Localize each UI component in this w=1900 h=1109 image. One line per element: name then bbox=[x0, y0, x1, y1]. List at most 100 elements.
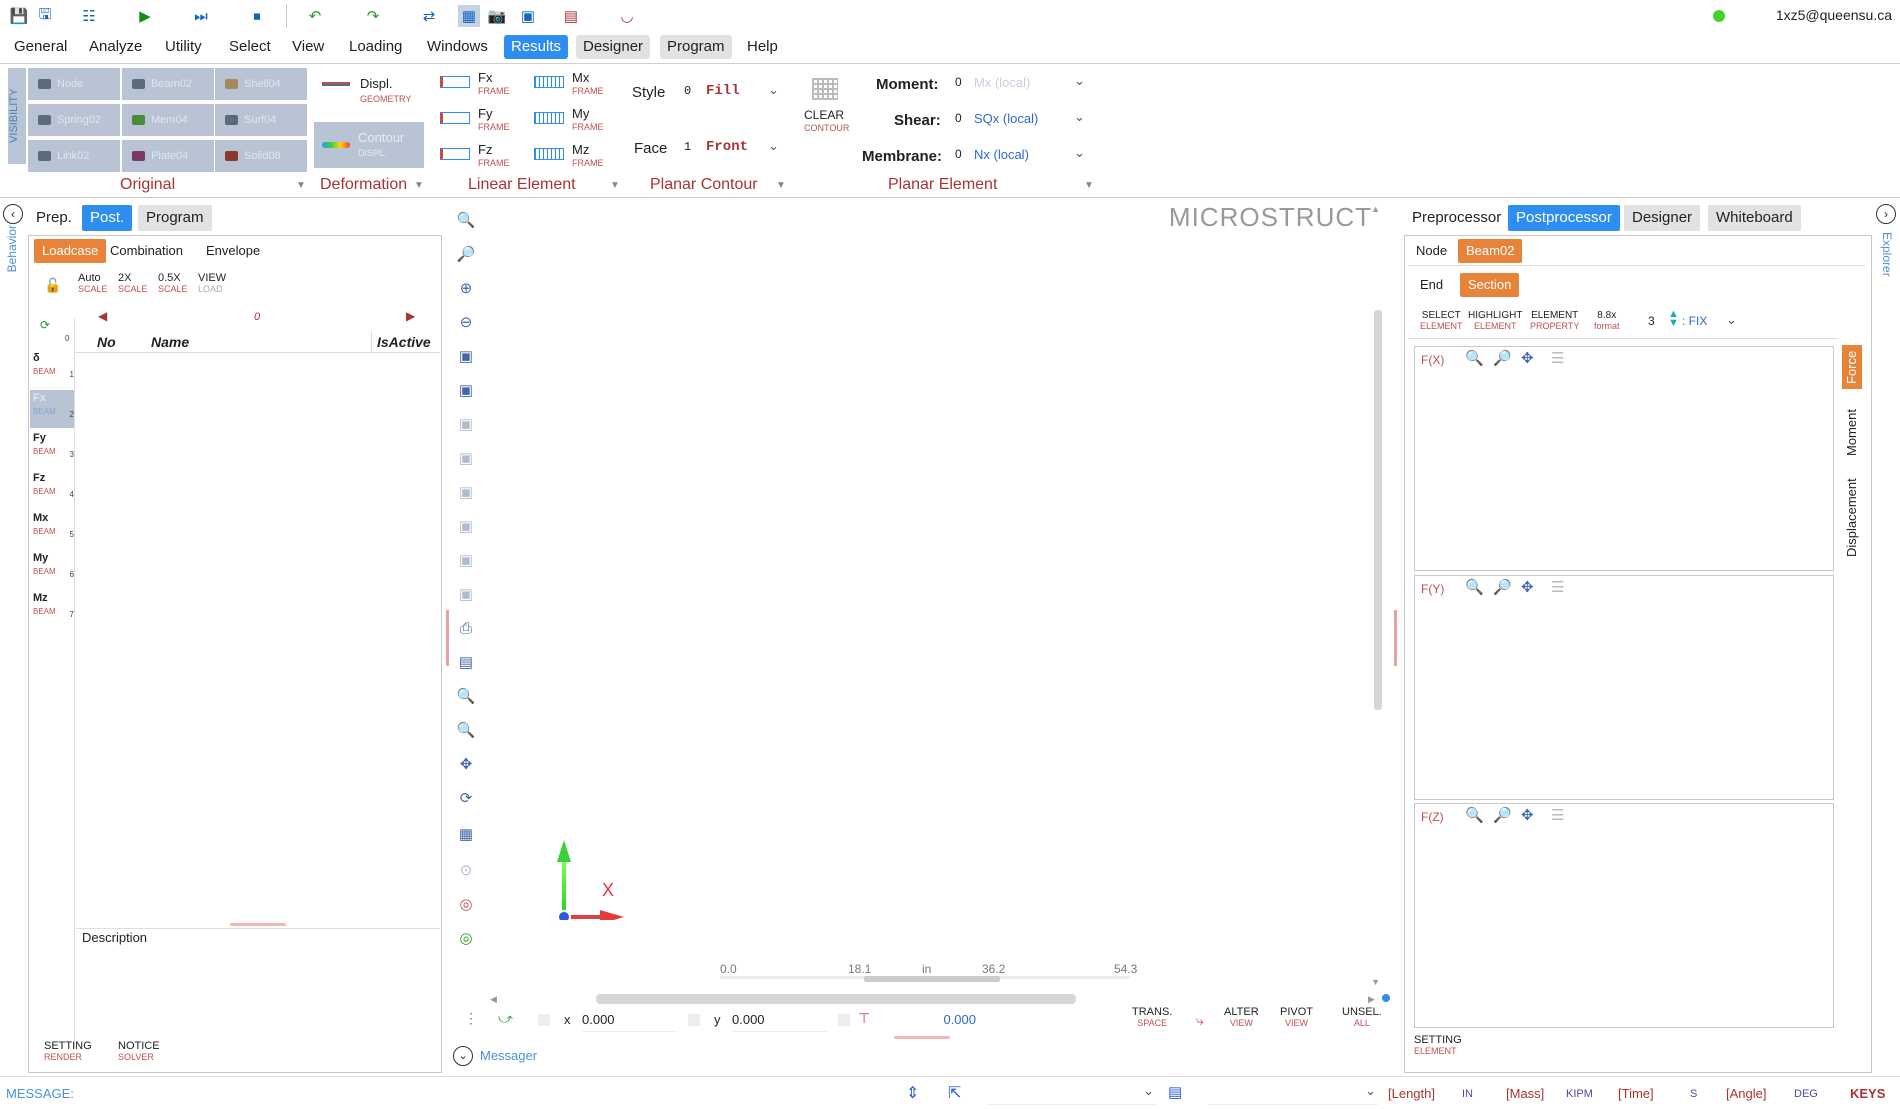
distance-input[interactable]: 0.000 bbox=[882, 1008, 982, 1032]
vis-mem04-button[interactable]: Mem04 bbox=[122, 104, 214, 136]
tab-combination[interactable]: Combination bbox=[102, 239, 191, 263]
force-y-plot[interactable]: F(Y) 🔍 🔎 ✥ ☰ bbox=[1414, 575, 1834, 800]
force-x-plot[interactable]: F(X) 🔍 🔎 ✥ ☰ bbox=[1414, 346, 1834, 571]
refresh-icon[interactable]: ⟳ bbox=[40, 318, 50, 332]
swap-icon[interactable]: ⇄ bbox=[418, 5, 440, 27]
scroll-up-icon[interactable]: ▲ bbox=[1371, 204, 1380, 214]
mx-frame-button[interactable]: Mx FRAME bbox=[534, 70, 624, 100]
status-select-1[interactable]: ⌄ bbox=[986, 1081, 1156, 1105]
zoom-window-icon[interactable]: 🔎 bbox=[1493, 349, 1512, 367]
half-scale-button[interactable]: 0.5X SCALE bbox=[158, 272, 188, 294]
menu-loading[interactable]: Loading bbox=[342, 35, 409, 59]
trans-space-button[interactable]: TRANS. SPACE bbox=[1132, 1006, 1172, 1028]
vis-beam02-button[interactable]: Beam02 bbox=[122, 68, 214, 100]
menu-program[interactable]: Program bbox=[660, 35, 732, 59]
chevron-down-icon[interactable]: ▼ bbox=[776, 180, 786, 191]
stepper-icon[interactable]: ▲ ▼ bbox=[1668, 309, 1679, 329]
screen-capture-icon[interactable]: ▤ bbox=[453, 649, 479, 675]
angle-unit[interactable]: DEG bbox=[1794, 1088, 1818, 1100]
zoom-previous-icon[interactable]: 🔍 bbox=[453, 683, 479, 709]
chevron-down-icon[interactable]: ▼ bbox=[610, 180, 620, 191]
tab-node[interactable]: Node bbox=[1408, 239, 1455, 263]
vis-surf04-button[interactable]: Surf04 bbox=[215, 104, 307, 136]
redo-icon[interactable]: ↷ bbox=[362, 5, 384, 27]
displ-geometry-button[interactable]: Displ. GEOMETRY bbox=[316, 70, 424, 114]
load-item-fx[interactable]: Fx BEAM 2 bbox=[30, 390, 74, 428]
dimension-icon[interactable]: ⤻ bbox=[498, 1010, 513, 1027]
save-icon[interactable]: 💾 bbox=[8, 5, 30, 27]
moment-select[interactable]: 0 Mx (local) ⌄ bbox=[944, 70, 1090, 96]
tab-postprocessor[interactable]: Postprocessor bbox=[1508, 205, 1620, 231]
pan-icon[interactable]: ✥ bbox=[453, 751, 479, 777]
element-property-button[interactable]: ELEMENT PROPERTY bbox=[1530, 310, 1579, 331]
menu-analyze[interactable]: Analyze bbox=[82, 35, 149, 59]
tab-program[interactable]: Program bbox=[138, 205, 212, 231]
stop-run-icon[interactable]: ⏹ bbox=[246, 5, 268, 27]
tab-section[interactable]: Section bbox=[1460, 273, 1520, 297]
model-tree-icon[interactable]: ☷ bbox=[78, 5, 100, 27]
fx-frame-button[interactable]: Fx FRAME bbox=[440, 70, 530, 100]
view-bottom-icon[interactable]: ▣ bbox=[453, 547, 479, 573]
tab-preprocessor[interactable]: Preprocessor bbox=[1404, 205, 1509, 231]
tab-prep[interactable]: Prep. bbox=[28, 205, 80, 231]
zoom-fit-icon[interactable]: 🔍 bbox=[1465, 806, 1484, 824]
tab-moment[interactable]: Moment bbox=[1842, 403, 1862, 463]
mass-unit[interactable]: KIPM bbox=[1566, 1088, 1593, 1100]
menu-icon[interactable]: ☰ bbox=[1551, 578, 1564, 596]
target-icon[interactable]: ◎ bbox=[453, 891, 479, 917]
setting-render-button[interactable]: SETTING RENDER bbox=[44, 1040, 94, 1062]
vis-node-button[interactable]: Node bbox=[28, 68, 120, 100]
chevron-down-icon[interactable]: ▼ bbox=[1084, 180, 1094, 191]
keys-button[interactable]: KEYS bbox=[1850, 1086, 1885, 1101]
menu-view[interactable]: View bbox=[285, 35, 331, 59]
chevron-down-icon[interactable]: ⌄ bbox=[1726, 312, 1737, 328]
menu-general[interactable]: General bbox=[7, 35, 74, 59]
zoom-window-icon[interactable]: 🔎 bbox=[1493, 806, 1512, 824]
tab-beam02[interactable]: Beam02 bbox=[1458, 239, 1523, 263]
save-as-icon[interactable]: 🖫 bbox=[34, 5, 56, 27]
tab-loadcase[interactable]: Loadcase bbox=[34, 239, 107, 263]
mz-frame-button[interactable]: Mz FRAME bbox=[534, 142, 624, 172]
horizontal-scrollbar[interactable] bbox=[596, 994, 1076, 1004]
view-perspective-icon[interactable]: ▣ bbox=[453, 581, 479, 607]
my-frame-button[interactable]: My FRAME bbox=[534, 106, 624, 136]
run-icon[interactable]: ▶ bbox=[134, 5, 156, 27]
zoom-window-icon[interactable]: 🔎 bbox=[1493, 578, 1512, 596]
zoom-in-icon[interactable]: ⊕ bbox=[453, 275, 479, 301]
length-unit[interactable]: IN bbox=[1462, 1088, 1473, 1100]
menu-icon[interactable]: ☰ bbox=[1551, 806, 1564, 824]
load-item-mz[interactable]: Mz BEAM 7 bbox=[30, 590, 74, 628]
tab-displacement[interactable]: Displacement bbox=[1842, 473, 1862, 563]
menu-utility[interactable]: Utility bbox=[158, 35, 209, 59]
axes-icon[interactable]: ⇱ bbox=[948, 1083, 961, 1103]
tab-designer[interactable]: Designer bbox=[1624, 205, 1701, 231]
2x-scale-button[interactable]: 2X SCALE bbox=[118, 272, 148, 294]
right-splitter[interactable] bbox=[1394, 610, 1397, 666]
load-item-fy[interactable]: Fy BEAM 3 bbox=[30, 430, 74, 468]
tab-end[interactable]: End bbox=[1412, 273, 1451, 297]
expand-messager-icon[interactable]: ⌄ bbox=[453, 1046, 473, 1066]
zoom-fit-icon[interactable]: 🔍 bbox=[1465, 578, 1484, 596]
layout-icon[interactable]: ▦ bbox=[458, 5, 480, 27]
x-coord-input[interactable]: 0.000 bbox=[582, 1008, 678, 1032]
fz-frame-button[interactable]: Fz FRAME bbox=[440, 142, 530, 172]
menu-windows[interactable]: Windows bbox=[420, 35, 495, 59]
vis-spring02-button[interactable]: Spring02 bbox=[28, 104, 120, 136]
view-load-button[interactable]: VIEW LOAD bbox=[198, 272, 228, 294]
rotate-icon[interactable]: ⟳ bbox=[453, 785, 479, 811]
highlight-element-button[interactable]: HIGHLIGHT ELEMENT bbox=[1468, 310, 1522, 331]
collapse-left-icon[interactable]: ‹ bbox=[3, 204, 23, 224]
left-splitter[interactable] bbox=[446, 610, 449, 666]
notice-solver-button[interactable]: NOTICE SOLVER bbox=[118, 1040, 168, 1062]
bottom-splitter[interactable] bbox=[894, 1036, 950, 1039]
force-z-plot[interactable]: F(Z) 🔍 🔎 ✥ ☰ bbox=[1414, 803, 1834, 1028]
membrane-select[interactable]: 0 Nx (local) ⌄ bbox=[944, 142, 1090, 168]
chevron-down-icon[interactable]: ▼ bbox=[414, 180, 424, 191]
view-right-icon[interactable]: ▣ bbox=[453, 479, 479, 505]
explorer-sidebar-label[interactable]: Explorer bbox=[1880, 232, 1894, 277]
scroll-right-icon[interactable]: ▶ bbox=[1368, 994, 1375, 1005]
behavior-sidebar-label[interactable]: Behavior bbox=[5, 225, 19, 272]
lock-icon[interactable]: 🔓 bbox=[44, 277, 61, 294]
prev-arrow-icon[interactable]: ◀ bbox=[98, 309, 107, 323]
view-left-icon[interactable]: ▣ bbox=[453, 445, 479, 471]
